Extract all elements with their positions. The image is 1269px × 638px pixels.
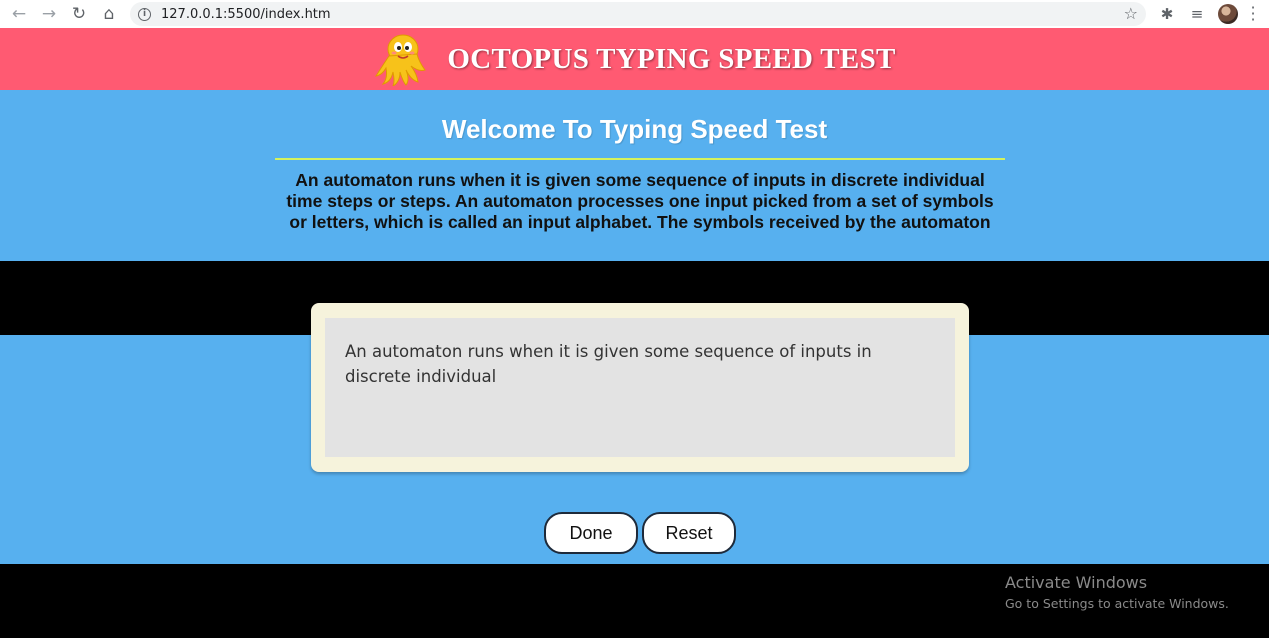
- more-menu-icon[interactable]: · · ·: [1244, 0, 1262, 28]
- home-icon[interactable]: ⌂: [94, 2, 124, 26]
- octopus-icon: [375, 34, 427, 86]
- bottom-area: Activate Windows Go to Settings to activ…: [0, 564, 1269, 638]
- site-header: OCTOPUS TYPING SPEED TEST: [0, 28, 1269, 90]
- browser-toolbar: ← → ↻ ⌂ i 127.0.0.1:5500/index.htm ☆ ✱ ≡…: [0, 0, 1269, 28]
- forward-arrow-icon[interactable]: →: [34, 2, 64, 26]
- divider-top: [275, 158, 1005, 160]
- reading-list-icon[interactable]: ≡: [1182, 2, 1212, 26]
- typing-input[interactable]: An automaton runs when it is given some …: [325, 318, 955, 457]
- main-content: Welcome To Typing Speed Test An automato…: [0, 90, 1269, 564]
- done-button[interactable]: Done: [544, 512, 638, 554]
- address-bar[interactable]: i 127.0.0.1:5500/index.htm ☆: [130, 2, 1146, 26]
- activate-windows-title: Activate Windows: [1005, 573, 1148, 592]
- welcome-heading: Welcome To Typing Speed Test: [441, 114, 828, 144]
- typing-card: An automaton runs when it is given some …: [311, 303, 969, 472]
- site-title: OCTOPUS TYPING SPEED TEST: [447, 42, 896, 75]
- reset-button[interactable]: Reset: [642, 512, 736, 554]
- prompt-text: An automaton runs when it is given some …: [286, 170, 994, 232]
- site-info-icon[interactable]: i: [138, 7, 151, 21]
- activate-windows-subtitle: Go to Settings to activate Windows.: [1005, 596, 1229, 611]
- reload-icon[interactable]: ↻: [64, 2, 94, 26]
- profile-avatar[interactable]: [1218, 4, 1238, 24]
- bookmark-star-icon[interactable]: ☆: [1124, 4, 1138, 23]
- back-arrow-icon[interactable]: ←: [4, 2, 34, 26]
- extensions-icon[interactable]: ✱: [1152, 2, 1182, 26]
- url-text[interactable]: 127.0.0.1:5500/index.htm: [161, 7, 331, 22]
